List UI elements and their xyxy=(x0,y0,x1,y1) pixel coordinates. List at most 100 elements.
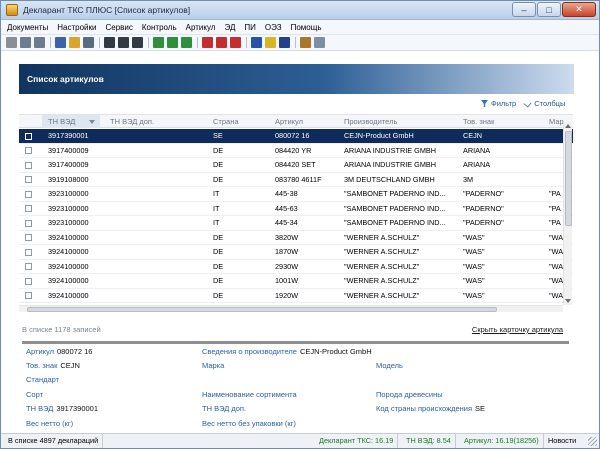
row-checkbox[interactable] xyxy=(25,176,32,183)
resize-grip-icon[interactable] xyxy=(588,437,597,446)
menu-item-3[interactable]: Контроль xyxy=(142,23,177,32)
close-button[interactable]: ✕ xyxy=(562,2,596,17)
field-assortment-label[interactable]: Наименование сортимента xyxy=(202,390,297,399)
field-maker-label[interactable]: Сведения о производителе xyxy=(202,347,297,356)
menu-item-8[interactable]: Помощь xyxy=(291,23,322,32)
field-ved-dop-label[interactable]: ТН ВЭД доп. xyxy=(202,404,246,413)
field-article-label[interactable]: Артикул xyxy=(26,347,54,356)
horizontal-scrollbar[interactable] xyxy=(19,305,563,312)
table-row[interactable]: 3923100000 IT 445-38 "SAMBONET PADERNO IND.… xyxy=(19,187,573,202)
row-checkbox[interactable] xyxy=(25,248,32,256)
maximize-button[interactable]: □ xyxy=(537,2,561,17)
row-checkbox[interactable] xyxy=(25,234,32,241)
field-mark-label[interactable]: Марка xyxy=(202,361,224,370)
doc-yellow-icon[interactable] xyxy=(265,37,276,48)
menu-item-1[interactable]: Настройки xyxy=(57,23,96,32)
header-maker[interactable]: Производитель xyxy=(344,115,454,128)
scroll-down-icon[interactable] xyxy=(565,299,571,303)
doc-black-2-icon[interactable] xyxy=(118,37,129,48)
cell-brand: "WAS" xyxy=(463,232,485,242)
minimize-button[interactable]: – xyxy=(512,2,536,17)
table-row[interactable]: 3923100000 IT 445-34 "SAMBONET PADERNO IND.… xyxy=(19,216,573,231)
field-net-label[interactable]: Вес нетто (кг) xyxy=(26,419,73,428)
table-row[interactable]: 3917400009 DE 084420 SET ARIANA INDUSTRIE G… xyxy=(19,158,573,173)
header-article[interactable]: Артикул xyxy=(275,115,335,128)
doc-green-icon[interactable] xyxy=(153,37,164,48)
row-checkbox[interactable] xyxy=(25,205,32,212)
filter-button[interactable]: Фильтр xyxy=(481,99,516,108)
title-bar[interactable]: Декларант ТКС ПЛЮС [Список артикулов] – … xyxy=(1,1,599,20)
print-preview-icon[interactable] xyxy=(20,37,31,48)
row-checkbox[interactable] xyxy=(25,263,32,270)
field-ved-label[interactable]: ТН ВЭД xyxy=(26,404,53,413)
print-icon[interactable] xyxy=(6,37,17,48)
scroll-up-icon[interactable] xyxy=(565,124,571,128)
cell-article: 080072 16 xyxy=(275,131,310,140)
table-row[interactable]: 3924100000 DE 2930W "WERNER A.SCHULZ" "WAS" "… xyxy=(19,260,573,274)
menu-item-0[interactable]: Документы xyxy=(7,23,48,32)
document-export-icon[interactable] xyxy=(69,37,80,48)
cell-ved: 3923100000 xyxy=(48,203,89,213)
row-checkbox[interactable] xyxy=(25,161,32,169)
columns-button[interactable]: Столбцы xyxy=(516,99,565,108)
field-brand-label[interactable]: Тов. знак xyxy=(26,361,57,370)
document-icon[interactable] xyxy=(55,37,66,48)
cell-ved: 3924100000 xyxy=(48,232,89,242)
field-sort-label[interactable]: Сорт xyxy=(26,390,43,399)
table-row[interactable]: 3923100000 IT 445-63 "SAMBONET PADERNO IND.… xyxy=(19,202,573,216)
header-brand[interactable]: Тов. знак xyxy=(463,115,533,128)
vertical-scrollbar[interactable] xyxy=(563,122,572,305)
doc-red-3-icon[interactable] xyxy=(230,37,241,48)
status-news[interactable]: Новости xyxy=(544,434,580,448)
toolbar xyxy=(1,35,599,51)
doc-red-icon[interactable] xyxy=(202,37,213,48)
table-row[interactable]: 3924100000 DE 1001W "WERNER A.SCHULZ" "WAS" "… xyxy=(19,274,573,289)
header-country[interactable]: Страна xyxy=(213,115,263,128)
menu-item-6[interactable]: ПИ xyxy=(244,23,256,32)
doc-red-2-icon[interactable] xyxy=(216,37,227,48)
binoculars-icon[interactable] xyxy=(83,37,94,48)
table-row[interactable]: 3924100000 DE 3820W "WERNER A.SCHULZ" "WAS" "… xyxy=(19,231,573,245)
row-checkbox[interactable] xyxy=(25,292,32,299)
scroll-thumb[interactable] xyxy=(565,131,572,226)
records-count: В списке 1178 записей xyxy=(22,325,101,334)
menu-item-4[interactable]: Артикул xyxy=(186,23,216,32)
cell-article: 083780 4611F xyxy=(275,174,322,184)
field-net-nopack-label[interactable]: Вес нетто без упаковки (кг) xyxy=(202,419,296,428)
row-checkbox[interactable] xyxy=(25,190,32,198)
menu-item-5[interactable]: ЭД xyxy=(224,23,235,32)
row-checkbox[interactable] xyxy=(25,219,32,227)
cell-maker: "WERNER A.SCHULZ" xyxy=(344,261,420,271)
cell-ved: 3917400009 xyxy=(48,145,89,155)
horizontal-scroll-thumb[interactable] xyxy=(27,307,497,312)
table-row[interactable]: 3917390001 SE 080072 16 CEJN-Product GmbH CE… xyxy=(19,129,573,144)
status-app-version: Декларант ТКС: 16.19 xyxy=(315,434,399,448)
zoom-icon[interactable] xyxy=(34,37,45,48)
window-icon[interactable] xyxy=(314,37,325,48)
doc-green-2-icon[interactable] xyxy=(167,37,178,48)
doc-blue-icon[interactable] xyxy=(251,37,262,48)
doc-black-3-icon[interactable] xyxy=(132,37,143,48)
book-icon[interactable] xyxy=(279,37,290,48)
toolbar-separator xyxy=(148,37,149,48)
row-checkbox[interactable] xyxy=(25,277,32,285)
table-row[interactable]: 3924100000 DE 1920W "WERNER A.SCHULZ" "WAS" "… xyxy=(19,289,573,303)
field-maker: Сведения о производителе CEJN-Product Gmb… xyxy=(202,347,372,356)
field-origin-label[interactable]: Код страны происхождения xyxy=(376,404,472,413)
header-ved[interactable]: ТН ВЭД xyxy=(42,115,100,128)
table-row[interactable]: 3917400009 DE 084420 YR ARIANA INDUSTRIE GM… xyxy=(19,144,573,158)
doc-black-icon[interactable] xyxy=(104,37,115,48)
header-ved-dop[interactable]: ТН ВЭД доп. xyxy=(110,115,190,128)
row-checkbox[interactable] xyxy=(25,132,32,140)
doc-green-3-icon[interactable] xyxy=(181,37,192,48)
field-wood-label[interactable]: Порода древесины xyxy=(376,390,443,399)
table-row[interactable]: 3919108000 DE 083780 4611F 3M DEUTSCHLAND G… xyxy=(19,173,573,187)
table-row[interactable]: 3924100000 DE 1870W "WERNER A.SCHULZ" "WAS" "… xyxy=(19,245,573,260)
field-standard-label[interactable]: Стандарт xyxy=(26,375,59,384)
menu-item-2[interactable]: Сервис xyxy=(105,23,132,32)
field-model-label[interactable]: Модель xyxy=(376,361,403,370)
hide-card-link[interactable]: Скрыть карточку артикула xyxy=(472,325,563,334)
row-checkbox[interactable] xyxy=(25,147,32,154)
menu-item-7[interactable]: ОЭЗ xyxy=(265,23,282,32)
archive-icon[interactable] xyxy=(300,37,311,48)
